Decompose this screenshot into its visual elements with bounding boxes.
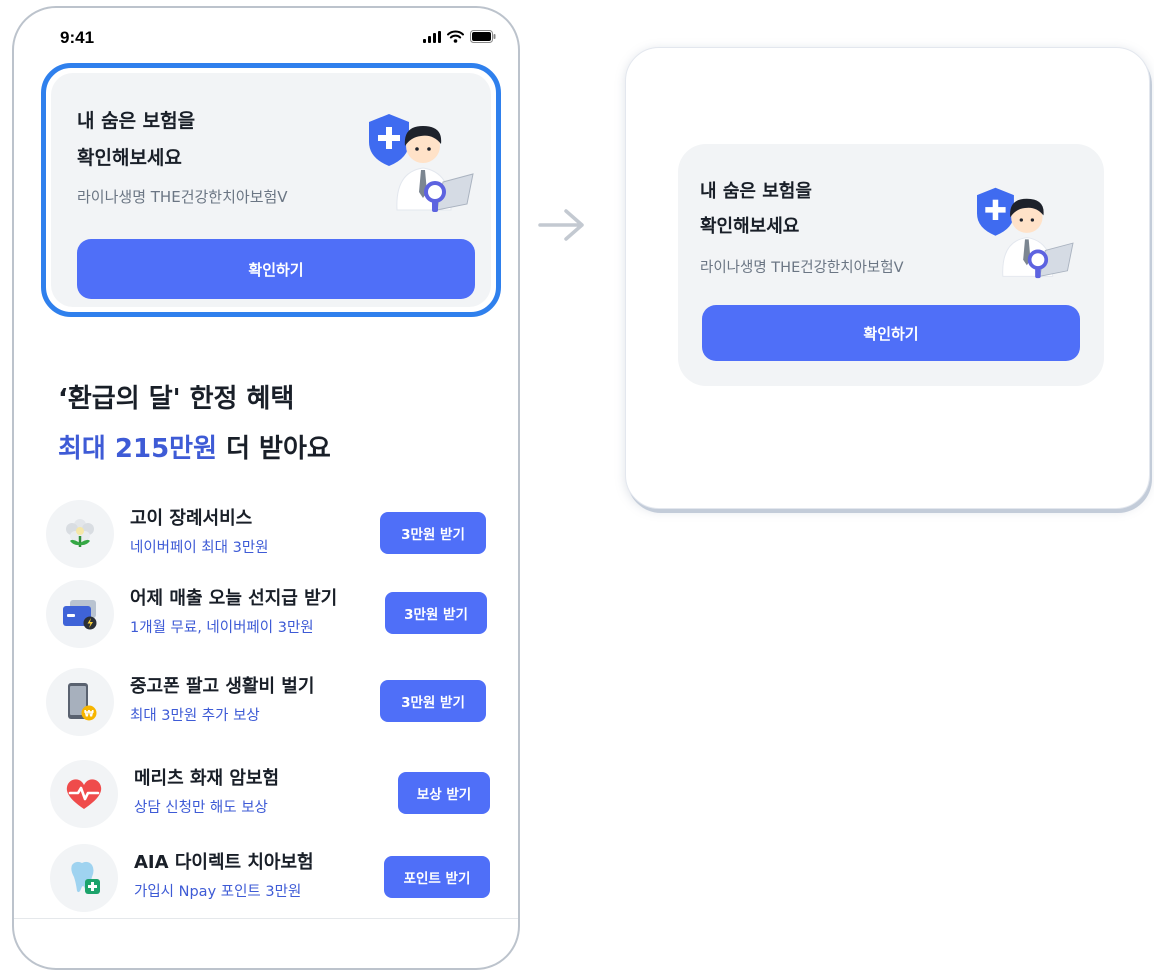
- bottom-divider: [14, 918, 518, 919]
- zoomed-preview-panel: 내 숨은 보험을 확인해보세요 라이나생명 THE건강한치아보험V 확인하기: [625, 47, 1150, 509]
- benefit-title: AIA 다이렉트 치아보험: [134, 852, 314, 873]
- benefit-subtitle: 상담 신청만 해도 보상: [134, 800, 268, 816]
- benefit-item[interactable]: 어제 매출 오늘 선지급 받기 1개월 무료, 네이버페이 3만원 3만원 받기: [46, 580, 494, 650]
- promo-subheadline: 최대 215만원 더 받아요: [58, 428, 331, 465]
- signal-icon: [423, 31, 441, 43]
- svg-text:₩: ₩: [84, 710, 94, 720]
- benefit-item[interactable]: AIA 다이렉트 치아보험 가입시 Npay 포인트 3만원 포인트 받기: [50, 844, 498, 914]
- doctor-shield-illustration: [972, 184, 1078, 280]
- benefit-claim-button[interactable]: 보상 받기: [398, 772, 490, 814]
- insurance-card[interactable]: 내 숨은 보험을 확인해보세요 라이나생명 THE건강한치아보험V 확인하기: [51, 73, 491, 307]
- promo-amount: 최대 215만원: [58, 434, 218, 464]
- benefit-item[interactable]: 고이 장례서비스 네이버페이 최대 3만원 3만원 받기: [46, 500, 494, 570]
- flower-icon: [46, 500, 114, 568]
- benefit-subtitle: 최대 3만원 추가 보상: [130, 708, 260, 724]
- insurance-card-highlight: 내 숨은 보험을 확인해보세요 라이나생명 THE건강한치아보험V 확인하기: [41, 63, 501, 317]
- benefit-claim-button[interactable]: 3만원 받기: [380, 680, 486, 722]
- benefit-item[interactable]: ₩ 중고폰 팔고 생활비 벌기 최대 3만원 추가 보상 3만원 받기: [46, 668, 494, 738]
- insurance-card-title: 내 숨은 보험을 확인해보세요: [700, 181, 812, 237]
- benefit-subtitle: 네이버페이 최대 3만원: [130, 540, 269, 556]
- tooth-icon: [50, 844, 118, 912]
- wifi-icon: [447, 30, 464, 43]
- promo-subheadline-rest: 더 받아요: [217, 434, 331, 464]
- doctor-shield-illustration: [365, 110, 477, 214]
- status-icons: [423, 30, 496, 43]
- heart-pulse-icon: [50, 760, 118, 828]
- promo-headline: ‘환급의 달' 한정 혜택: [58, 384, 295, 414]
- status-bar: 9:41: [14, 8, 518, 58]
- insurance-card-subtitle: 라이나생명 THE건강한치아보험V: [700, 260, 904, 276]
- arrow-right-icon: [536, 205, 588, 249]
- confirm-button[interactable]: 확인하기: [77, 239, 475, 299]
- insurance-card-subtitle: 라이나생명 THE건강한치아보험V: [77, 188, 288, 206]
- card-icon: [46, 580, 114, 648]
- benefit-item[interactable]: 메리츠 화재 암보험 상담 신청만 해도 보상 보상 받기: [50, 760, 498, 830]
- benefit-title: 중고폰 팔고 생활비 벌기: [130, 676, 315, 697]
- benefit-subtitle: 가입시 Npay 포인트 3만원: [134, 884, 302, 900]
- benefit-claim-button[interactable]: 포인트 받기: [384, 856, 490, 898]
- benefit-title: 어제 매출 오늘 선지급 받기: [130, 588, 338, 609]
- benefit-title: 메리츠 화재 암보험: [134, 768, 280, 789]
- insurance-card-title: 내 숨은 보험을 확인해보세요: [77, 110, 196, 169]
- phone-won-icon: ₩: [46, 668, 114, 736]
- status-time: 9:41: [60, 28, 95, 47]
- benefit-subtitle: 1개월 무료, 네이버페이 3만원: [130, 620, 314, 636]
- benefit-title: 고이 장례서비스: [130, 508, 253, 529]
- insurance-card-zoomed[interactable]: 내 숨은 보험을 확인해보세요 라이나생명 THE건강한치아보험V 확인하기: [678, 144, 1104, 386]
- benefit-claim-button[interactable]: 3만원 받기: [385, 592, 487, 634]
- battery-icon: [470, 30, 496, 43]
- confirm-button[interactable]: 확인하기: [702, 305, 1080, 361]
- phone-frame: 9:41 내 숨은 보험을 확인해보세요 라이나생명 THE건강한치아보험V 확…: [12, 6, 520, 970]
- benefit-claim-button[interactable]: 3만원 받기: [380, 512, 486, 554]
